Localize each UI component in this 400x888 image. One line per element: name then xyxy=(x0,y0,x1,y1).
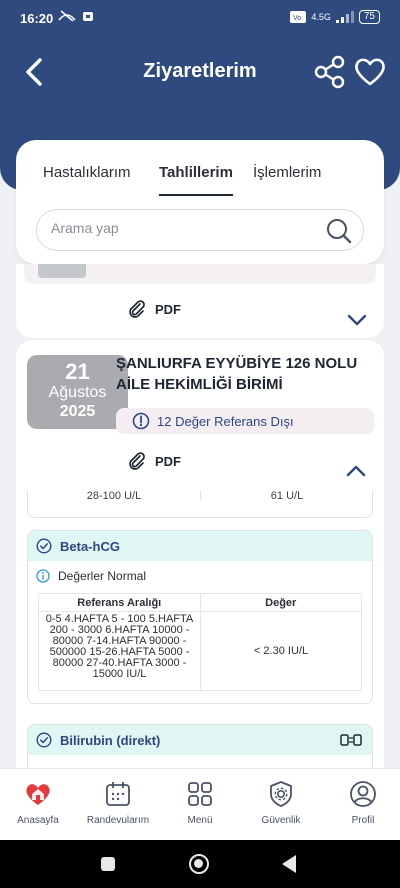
previous-reference: 28-100 U/L xyxy=(86,490,142,502)
clinic-name: ŞANLIURFA EYYÜBİYE 126 NOLU AİLE HEKİMLİ… xyxy=(116,355,358,393)
tab-bar: Hastalıklarım Tahlillerim İşlemlerim xyxy=(16,164,384,196)
tab-islemlerim[interactable]: İşlemlerim xyxy=(253,164,321,181)
calendar-icon xyxy=(106,782,130,806)
test-result-card[interactable]: Bilirubin (direkt) xyxy=(27,724,373,768)
pdf-link[interactable]: PDF xyxy=(127,299,181,319)
tab-hastaliklarim[interactable]: Hastalıklarım xyxy=(43,164,131,181)
search-input[interactable] xyxy=(51,220,311,236)
test-header: Bilirubin (direkt) xyxy=(28,725,372,755)
top-nav: Ziyaretlerim xyxy=(0,50,400,94)
visit-date-box: 21 Ağustos 2025 xyxy=(27,355,128,429)
grid-menu-icon xyxy=(188,782,212,806)
signal-off-icon xyxy=(58,10,76,22)
visit-card-expanded: 21 Ağustos 2025 ŞANLIURFA EYYÜBİYE 126 N… xyxy=(16,340,384,768)
date-box-partial xyxy=(38,264,86,278)
nav-item-profil[interactable]: Profil xyxy=(323,779,400,826)
check-circle-icon xyxy=(36,732,52,748)
previous-value: 61 U/L xyxy=(270,490,304,502)
nav-label: Güvenlik xyxy=(261,815,301,826)
search-box xyxy=(36,209,364,251)
status-notification-icons xyxy=(58,10,94,22)
nav-label: Profil xyxy=(351,815,375,826)
visit-month: Ağustos xyxy=(48,384,107,401)
nav-item-randevularim[interactable]: Randevularım xyxy=(78,779,158,826)
test-result-card[interactable]: Beta-hCG Değerler Normal Referans Aralığ… xyxy=(27,530,373,704)
nav-label: Randevularım xyxy=(86,815,150,826)
table-row: 0-5 4.HAFTA 5 - 100 5.HAFTA 200 - 3000 6… xyxy=(39,612,361,690)
nav-item-menu[interactable]: Menü xyxy=(160,779,240,826)
test-status: Değerler Normal xyxy=(28,561,372,583)
pdf-label: PDF xyxy=(155,301,181,317)
out-of-range-text: 12 Değer Referans Dışı xyxy=(157,413,294,429)
test-header: Beta-hCG xyxy=(28,531,372,561)
column-header-value: Değer xyxy=(265,597,297,609)
favorite-heart-icon[interactable] xyxy=(352,54,388,90)
exclamation-circle-icon xyxy=(132,412,150,430)
status-right-icons: Vo 4.5G 75 xyxy=(290,10,380,24)
compare-icon[interactable] xyxy=(340,732,362,748)
result-value: < 2.30 IU/L xyxy=(253,645,309,657)
test-name: Bilirubin (direkt) xyxy=(60,732,161,748)
previous-result-row: 28-100 U/L 61 U/L xyxy=(27,490,373,518)
check-circle-icon xyxy=(36,538,52,554)
test-status-text: Değerler Normal xyxy=(58,569,147,583)
reference-range: 0-5 4.HAFTA 5 - 100 5.HAFTA 200 - 3000 6… xyxy=(39,612,201,690)
recents-button[interactable] xyxy=(101,857,115,871)
status-time: 16:20 xyxy=(20,11,54,26)
nav-label: Anasayfa xyxy=(17,815,59,826)
system-nav-bar xyxy=(0,840,400,888)
status-bar: 16:20 Vo 4.5G 75 xyxy=(0,0,400,38)
battery-indicator: 75 xyxy=(358,10,380,24)
svg-text:Vo: Vo xyxy=(293,15,301,22)
volte-icon: Vo xyxy=(290,11,307,23)
search-icon[interactable] xyxy=(325,217,353,245)
signal-strength-icon xyxy=(335,11,354,23)
pdf-label: PDF xyxy=(155,453,181,469)
share-icon[interactable] xyxy=(312,54,348,90)
nav-item-guvenlik[interactable]: Güvenlik xyxy=(241,779,321,826)
column-header-reference: Referans Aralığı xyxy=(39,594,201,611)
tab-tahlillerim[interactable]: Tahlillerim xyxy=(159,164,233,196)
app-notification-icon xyxy=(83,12,93,21)
system-back-button[interactable] xyxy=(282,855,296,873)
visit-year: 2025 xyxy=(59,403,96,420)
shield-gear-icon xyxy=(270,781,292,807)
bottom-nav: Anasayfa Randevularım Menü Güvenlik Prof… xyxy=(0,768,400,840)
reference-table: Referans Aralığı Değer 0-5 4.HAFTA 5 - 1… xyxy=(38,593,362,691)
attachment-icon xyxy=(129,300,145,318)
home-button[interactable] xyxy=(189,854,209,874)
info-icon xyxy=(36,569,50,583)
visit-card[interactable]: PDF xyxy=(16,264,384,338)
user-icon xyxy=(350,781,376,807)
chevron-up-icon[interactable] xyxy=(344,459,368,483)
chevron-down-icon[interactable] xyxy=(345,308,369,332)
visit-day: 21 xyxy=(65,359,90,384)
pdf-link[interactable]: PDF xyxy=(127,451,181,471)
nav-item-anasayfa[interactable]: Anasayfa xyxy=(0,779,78,826)
network-type: 4.5G xyxy=(311,12,331,22)
attachment-icon xyxy=(129,452,145,470)
nav-label: Menü xyxy=(187,815,213,826)
table-header-row: Referans Aralığı Değer xyxy=(39,594,361,612)
test-name: Beta-hCG xyxy=(60,538,120,554)
filter-card: Hastalıklarım Tahlillerim İşlemlerim xyxy=(16,140,384,264)
home-heart-icon xyxy=(26,784,50,805)
out-of-range-badge[interactable]: 12 Değer Referans Dışı xyxy=(116,408,374,434)
